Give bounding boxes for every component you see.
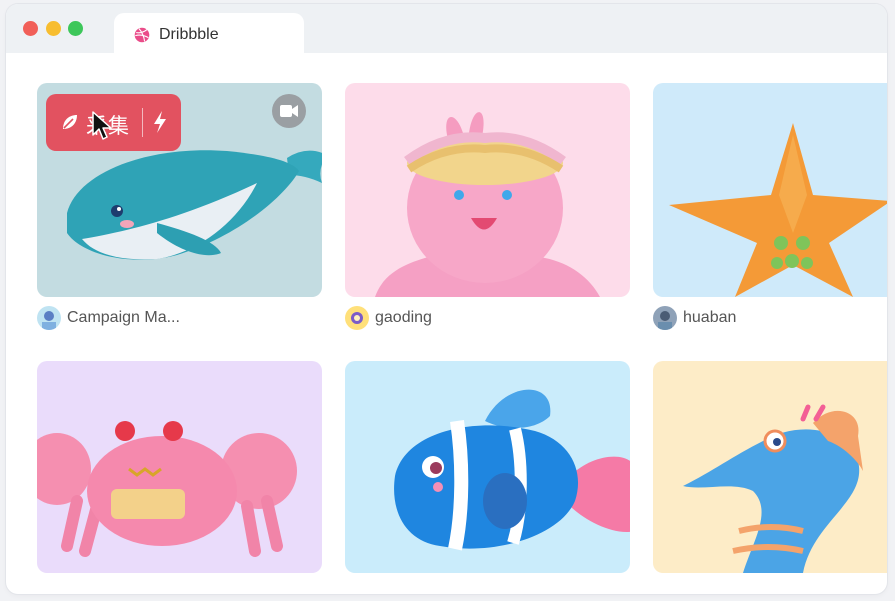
- minimize-window-button[interactable]: [46, 21, 61, 36]
- shot-card-seahorse[interactable]: [653, 361, 887, 573]
- seahorse-illustration: [653, 361, 887, 573]
- author-name: gaoding: [375, 309, 432, 326]
- shot-author-row[interactable]: gaoding: [345, 306, 432, 330]
- tab-title: Dribbble: [159, 26, 219, 43]
- shot-card-clownfish[interactable]: [345, 361, 630, 573]
- author-avatar: [345, 306, 369, 330]
- author-avatar: [653, 306, 677, 330]
- close-window-button[interactable]: [23, 21, 38, 36]
- author-avatar: [37, 306, 61, 330]
- tab-dribbble[interactable]: Dribbble: [114, 13, 304, 55]
- octopus-illustration: [345, 83, 630, 297]
- shot-card-crab[interactable]: [37, 361, 322, 573]
- author-name: Campaign Ma...: [67, 309, 180, 326]
- lightning-icon[interactable]: [152, 110, 168, 134]
- dribbble-icon: [134, 27, 150, 43]
- crab-illustration: [37, 361, 322, 573]
- maximize-window-button[interactable]: [68, 21, 83, 36]
- shot-author-row[interactable]: Campaign Ma...: [37, 306, 180, 330]
- mouse-cursor-icon: [92, 111, 112, 140]
- shot-card-octopus[interactable]: [345, 83, 630, 297]
- author-name: huaban: [683, 309, 737, 326]
- title-bar: Dribbble: [6, 4, 887, 55]
- collect-button[interactable]: 采集: [46, 94, 181, 151]
- shot-author-row[interactable]: huaban: [653, 306, 736, 330]
- video-camera-button[interactable]: [272, 94, 306, 128]
- browser-window: Dribbble Campaign Ma... gaoding huaban: [6, 4, 887, 594]
- video-camera-icon: [280, 105, 298, 117]
- clownfish-illustration: [345, 361, 630, 573]
- shot-card-starfish[interactable]: [653, 83, 887, 297]
- starfish-illustration: [653, 83, 887, 297]
- leaf-icon: [63, 115, 77, 129]
- divider: [142, 108, 143, 137]
